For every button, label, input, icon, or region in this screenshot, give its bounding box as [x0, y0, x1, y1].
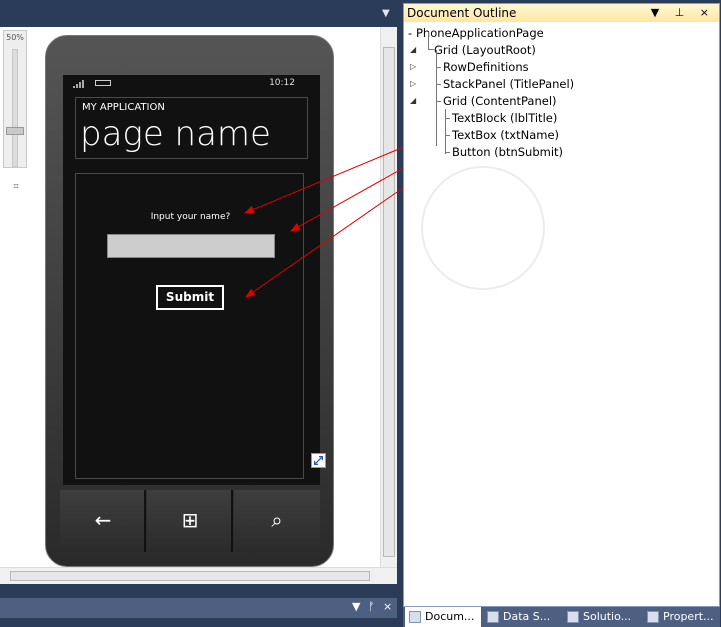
watermark-seal — [421, 166, 545, 290]
data-sources-icon — [487, 611, 499, 623]
tree-item-contentpanel[interactable]: ◢ Grid (ContentPanel) — [404, 93, 719, 110]
tree-item-label: RowDefinitions — [443, 60, 529, 74]
outline-title: Document Outline — [407, 6, 517, 20]
tree-item-lbltitle[interactable]: TextBlock (lblTitle) — [404, 110, 719, 127]
tree-item-phoneapplicationpage[interactable]: - PhoneApplicationPage — [404, 25, 719, 42]
tab-solution-explorer[interactable]: Solutio... — [563, 607, 641, 627]
solution-explorer-icon — [567, 611, 579, 623]
tree-item-titlepanel[interactable]: ▷ StackPanel (TitlePanel) — [404, 76, 719, 93]
tree-item-label: TextBox (txtName) — [452, 128, 560, 142]
tab-document-outline[interactable]: Docum... — [405, 607, 481, 627]
tab-properties[interactable]: Propert... — [643, 607, 719, 627]
tree-item-btnsubmit[interactable]: Button (btnSubmit) — [404, 144, 719, 161]
tree-item-label: Grid (ContentPanel) — [443, 94, 557, 108]
tree-item-label: Button (btnSubmit) — [452, 145, 564, 159]
collapse-triangle-icon[interactable]: ◢ — [410, 45, 416, 54]
properties-icon — [647, 611, 659, 623]
tree-item-label: StackPanel (TitlePanel) — [443, 77, 575, 91]
collapse-triangle-icon[interactable]: ◢ — [410, 96, 416, 105]
tree-item-rowdefinitions[interactable]: ▷ RowDefinitions — [404, 59, 719, 76]
tree-item-label: TextBlock (lblTitle) — [452, 111, 558, 125]
document-outline-icon — [409, 611, 421, 623]
tree-item-label: Grid (LayoutRoot) — [434, 43, 536, 57]
outline-tab-strip: Docum... Data S... Solutio... Propert... — [403, 607, 720, 627]
expand-triangle-icon[interactable]: ▷ — [410, 79, 416, 88]
tree-item-layoutroot[interactable]: ◢ Grid (LayoutRoot) — [404, 42, 719, 59]
outline-header: Document Outline ▼ ⊥ × — [404, 4, 719, 22]
tree-item-txtname[interactable]: TextBox (txtName) — [404, 127, 719, 144]
tab-data-sources[interactable]: Data S... — [483, 607, 561, 627]
tree-item-label: PhoneApplicationPage — [416, 26, 544, 40]
outline-window-controls[interactable]: ▼ ⊥ × — [651, 6, 715, 19]
document-outline-panel: Document Outline ▼ ⊥ × - PhoneApplicatio… — [403, 3, 720, 607]
expand-triangle-icon[interactable]: ▷ — [410, 62, 416, 71]
